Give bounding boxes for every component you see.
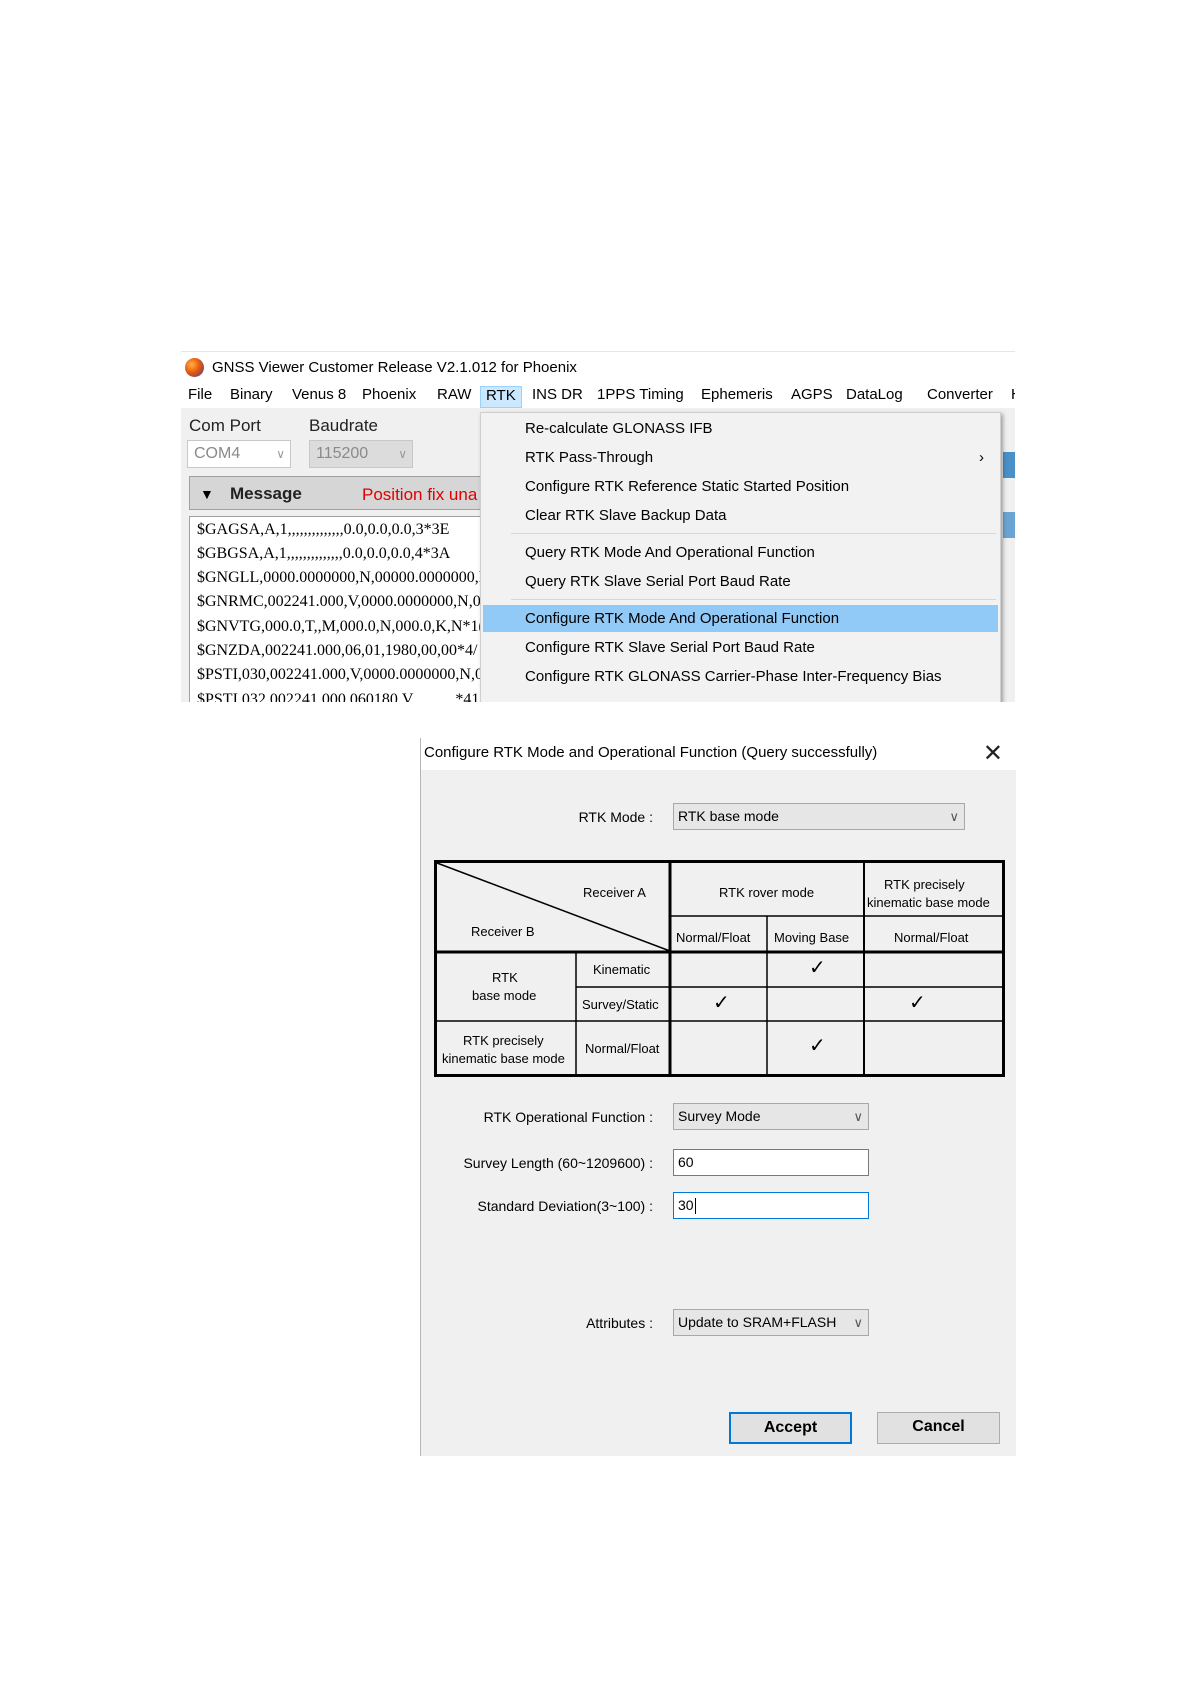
close-icon[interactable]: ✕ — [983, 739, 1003, 768]
menu-item-clear-slave-backup[interactable]: Clear RTK Slave Backup Data — [483, 502, 998, 529]
chevron-down-icon: ∨ — [276, 447, 285, 461]
std-dev-value: 30 — [678, 1197, 694, 1213]
menu-item-configure-glonass-bias[interactable]: Configure RTK GLONASS Carrier-Phase Inte… — [483, 663, 998, 690]
row-kinematic: Kinematic — [593, 962, 651, 977]
gnss-viewer-window: GNSS Viewer Customer Release V2.1.012 fo… — [181, 351, 1015, 702]
chevron-right-icon: › — [979, 449, 984, 466]
com-port-label: Com Port — [189, 416, 261, 435]
menu-separator — [511, 533, 996, 534]
op-function-label: RTK Operational Function : — [483, 1109, 653, 1125]
app-globe-icon — [185, 358, 204, 377]
chevron-down-icon: ∨ — [853, 1109, 863, 1124]
row-rtk-base-line2: base mode — [472, 988, 537, 1003]
menu-item-configure-reference-position[interactable]: Configure RTK Reference Static Started P… — [483, 473, 998, 500]
menu-separator — [511, 599, 996, 600]
menu-ephemeris[interactable]: Ephemeris — [696, 386, 778, 408]
row-rtk-base-line1: RTK — [492, 970, 518, 985]
message-panel-title: Message — [230, 484, 302, 503]
position-fix-status: Position fix una — [362, 485, 478, 504]
op-function-value: Survey Mode — [678, 1108, 761, 1124]
rtk-mode-label: RTK Mode : — [578, 809, 653, 825]
message-log[interactable]: $GAGSA,A,1,,,,,,,,,,,,,,0.0,0.0,0.0,3*3E… — [189, 516, 489, 702]
com-port-value: COM4 — [194, 445, 241, 462]
message-panel-header[interactable]: ▼ Message Position fix una — [189, 476, 489, 510]
attributes-value: Update to SRAM+FLASH — [678, 1314, 837, 1330]
col-rover-mode: RTK rover mode — [719, 885, 815, 900]
col-pk-base-line1: RTK precisely — [884, 877, 965, 892]
com-port-select[interactable]: COM4 ∨ — [187, 440, 291, 468]
menu-item-query-slave-baud[interactable]: Query RTK Slave Serial Port Baud Rate — [483, 568, 998, 595]
menu-item-rtk-pass-through[interactable]: RTK Pass-Through › — [483, 444, 998, 471]
receiver-b-header: Receiver B — [471, 924, 535, 939]
chevron-down-icon: ∨ — [949, 809, 959, 824]
text-caret — [694, 1198, 696, 1215]
std-dev-input[interactable]: 30 — [673, 1192, 869, 1219]
menu-item-configure-slave-baud[interactable]: Configure RTK Slave Serial Port Baud Rat… — [483, 634, 998, 661]
side-button[interactable] — [1003, 452, 1015, 478]
nmea-line: $GNRMC,002241.000,V,0000.0000000,N,0( — [197, 593, 487, 610]
accept-button[interactable]: Accept — [729, 1412, 852, 1444]
rtk-mode-select[interactable]: RTK base mode ∨ — [673, 803, 965, 830]
sub-normal-float: Normal/Float — [676, 930, 751, 945]
menu-file[interactable]: File — [183, 386, 217, 408]
menu-binary[interactable]: Binary — [225, 386, 278, 408]
menu-raw[interactable]: RAW — [432, 386, 476, 408]
window-title: GNSS Viewer Customer Release V2.1.012 fo… — [212, 359, 577, 376]
baudrate-select[interactable]: 115200 ∨ — [309, 440, 413, 468]
menu-phoenix[interactable]: Phoenix — [357, 386, 421, 408]
nmea-line: $PSTI,032,002241.000,060180,V,,,,,,,,,,,… — [197, 691, 480, 702]
menu-item-recalc-glonass-ifb[interactable]: Re-calculate GLONASS IFB — [483, 415, 998, 442]
collapse-triangle-icon: ▼ — [200, 486, 214, 502]
rtk-dropdown-menu: Re-calculate GLONASS IFB RTK Pass-Throug… — [480, 412, 1001, 702]
baudrate-value: 115200 — [316, 445, 369, 462]
attributes-select[interactable]: Update to SRAM+FLASH ∨ — [673, 1309, 869, 1336]
survey-length-value: 60 — [678, 1154, 694, 1170]
survey-length-label: Survey Length (60~1209600) : — [463, 1155, 653, 1171]
menu-rtk[interactable]: RTK — [480, 386, 522, 408]
nmea-line: $GNGLL,0000.0000000,N,00000.0000000,E — [197, 569, 489, 586]
menu-converter[interactable]: Converter — [922, 386, 998, 408]
dialog-title: Configure RTK Mode and Operational Funct… — [424, 744, 878, 761]
row-survey-static: Survey/Static — [582, 997, 659, 1012]
op-function-select[interactable]: Survey Mode ∨ — [673, 1103, 869, 1130]
survey-length-input[interactable]: 60 — [673, 1149, 869, 1176]
dialog-titlebar: Configure RTK Mode and Operational Funct… — [421, 738, 1016, 770]
std-dev-label: Standard Deviation(3~100) : — [477, 1198, 654, 1214]
rtk-mode-value: RTK base mode — [678, 808, 779, 824]
row-pk-base-line1: RTK precisely — [463, 1033, 544, 1048]
menu-1pps-timing[interactable]: 1PPS Timing — [592, 386, 689, 408]
check-mark-icon: ✓ — [909, 992, 926, 1014]
nmea-line: $GNZDA,002241.000,06,01,1980,00,00*4/ — [197, 642, 478, 659]
nmea-line: $GAGSA,A,1,,,,,,,,,,,,,,0.0,0.0,0.0,3*3E — [197, 521, 450, 538]
menu-bar: File Binary Venus 8 Phoenix RAW RTK INS … — [181, 382, 1015, 408]
menu-item-query-rtk-mode[interactable]: Query RTK Mode And Operational Function — [483, 539, 998, 566]
check-mark-icon: ✓ — [809, 957, 826, 979]
menu-datalog[interactable]: DataLog — [841, 386, 908, 408]
menu-help[interactable]: H — [1006, 386, 1015, 408]
menu-venus8[interactable]: Venus 8 — [287, 386, 351, 408]
attributes-label: Attributes : — [586, 1315, 653, 1331]
row-normal-float: Normal/Float — [585, 1041, 660, 1056]
check-mark-icon: ✓ — [713, 992, 730, 1014]
sub-normal-float: Normal/Float — [894, 930, 969, 945]
chevron-down-icon: ∨ — [398, 447, 407, 461]
cancel-button[interactable]: Cancel — [877, 1412, 1000, 1444]
nmea-line: $GBGSA,A,1,,,,,,,,,,,,,,0.0,0.0,0.0,4*3A — [197, 545, 451, 562]
check-mark-icon: ✓ — [809, 1035, 826, 1057]
baudrate-label: Baudrate — [309, 416, 378, 435]
configure-rtk-dialog: Configure RTK Mode and Operational Funct… — [420, 738, 1016, 1456]
nmea-line: $PSTI,030,002241.000,V,0000.0000000,N,0 — [197, 666, 483, 683]
row-pk-base-line2: kinematic base mode — [442, 1051, 565, 1066]
menu-ins-dr[interactable]: INS DR — [527, 386, 588, 408]
sub-moving-base: Moving Base — [774, 930, 850, 945]
side-button[interactable] — [1003, 512, 1015, 538]
window-titlebar: GNSS Viewer Customer Release V2.1.012 fo… — [181, 352, 1015, 382]
nmea-line: $GNVTG,000.0,T,,M,000.0,N,000.0,K,N*1( — [197, 618, 484, 635]
col-pk-base-line2: kinematic base mode — [867, 895, 990, 910]
menu-item-configure-rtk-mode[interactable]: Configure RTK Mode And Operational Funct… — [483, 605, 998, 632]
menu-agps[interactable]: AGPS — [786, 386, 838, 408]
chevron-down-icon: ∨ — [853, 1315, 863, 1330]
receiver-a-header: Receiver A — [583, 885, 646, 900]
